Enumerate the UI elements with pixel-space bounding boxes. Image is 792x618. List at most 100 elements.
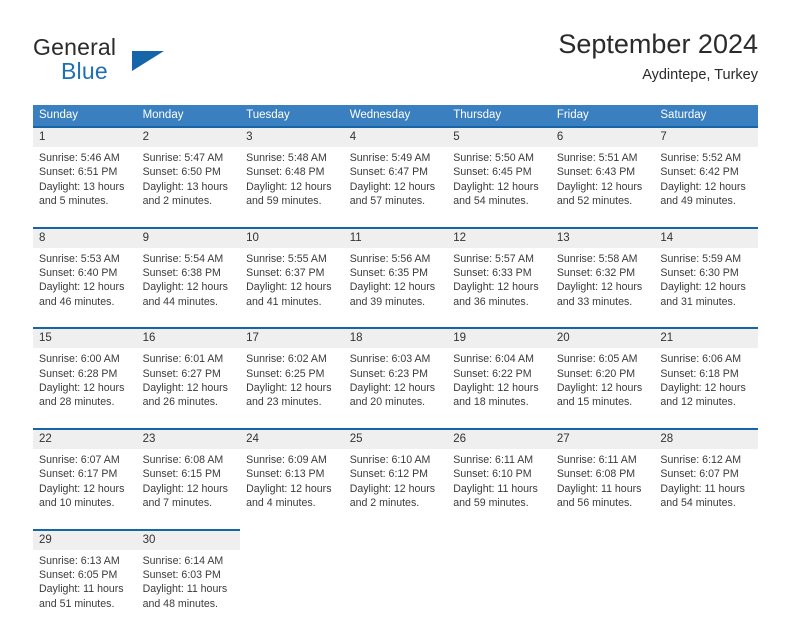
day-sun-info: Sunrise: 6:01 AMSunset: 6:27 PMDaylight:… <box>137 348 241 417</box>
daylight-duration-line2: and 26 minutes. <box>143 395 235 409</box>
day-number <box>654 530 758 549</box>
calendar-day-cell[interactable]: 30Sunrise: 6:14 AMSunset: 6:03 PMDayligh… <box>137 530 241 618</box>
day-sun-info: Sunrise: 6:02 AMSunset: 6:25 PMDaylight:… <box>240 348 344 417</box>
sunrise-time: Sunrise: 6:02 AM <box>246 352 338 366</box>
calendar-day-cell[interactable]: 16Sunrise: 6:01 AMSunset: 6:27 PMDayligh… <box>137 328 241 417</box>
brand-name-blue: Blue <box>61 58 108 85</box>
week-separator <box>33 316 758 328</box>
calendar-day-cell[interactable]: 3Sunrise: 5:48 AMSunset: 6:48 PMDaylight… <box>240 127 344 216</box>
page-subtitle: Aydintepe, Turkey <box>558 64 758 86</box>
calendar-day-cell[interactable]: 19Sunrise: 6:04 AMSunset: 6:22 PMDayligh… <box>447 328 551 417</box>
day-number: 30 <box>137 531 241 550</box>
calendar-day-cell[interactable]: 6Sunrise: 5:51 AMSunset: 6:43 PMDaylight… <box>551 127 655 216</box>
day-number: 11 <box>344 229 448 248</box>
calendar-day-cell[interactable]: 9Sunrise: 5:54 AMSunset: 6:38 PMDaylight… <box>137 228 241 317</box>
calendar-day-cell[interactable]: 5Sunrise: 5:50 AMSunset: 6:45 PMDaylight… <box>447 127 551 216</box>
day-sun-info: Sunrise: 6:13 AMSunset: 6:05 PMDaylight:… <box>33 550 137 618</box>
calendar-day-cell[interactable]: 27Sunrise: 6:11 AMSunset: 6:08 PMDayligh… <box>551 429 655 518</box>
calendar-day-cell[interactable]: 20Sunrise: 6:05 AMSunset: 6:20 PMDayligh… <box>551 328 655 417</box>
daylight-duration-line2: and 36 minutes. <box>453 295 545 309</box>
day-number: 25 <box>344 430 448 449</box>
day-sun-info: Sunrise: 6:05 AMSunset: 6:20 PMDaylight:… <box>551 348 655 417</box>
day-sun-info: Sunrise: 6:14 AMSunset: 6:03 PMDaylight:… <box>137 550 241 618</box>
day-number: 29 <box>33 531 137 550</box>
daylight-duration-line1: Daylight: 12 hours <box>143 381 235 395</box>
week-separator-cell <box>33 316 758 328</box>
daylight-duration-line2: and 12 minutes. <box>660 395 752 409</box>
week-separator <box>33 216 758 228</box>
calendar-day-cell[interactable]: 22Sunrise: 6:07 AMSunset: 6:17 PMDayligh… <box>33 429 137 518</box>
calendar-day-cell[interactable]: 2Sunrise: 5:47 AMSunset: 6:50 PMDaylight… <box>137 127 241 216</box>
daylight-duration-line2: and 54 minutes. <box>660 496 752 510</box>
calendar-day-cell[interactable]: 17Sunrise: 6:02 AMSunset: 6:25 PMDayligh… <box>240 328 344 417</box>
day-sun-info: Sunrise: 6:11 AMSunset: 6:08 PMDaylight:… <box>551 449 655 518</box>
daylight-duration-line2: and 2 minutes. <box>350 496 442 510</box>
calendar-day-cell[interactable]: 4Sunrise: 5:49 AMSunset: 6:47 PMDaylight… <box>344 127 448 216</box>
calendar-week-row: 22Sunrise: 6:07 AMSunset: 6:17 PMDayligh… <box>33 429 758 518</box>
calendar-day-cell[interactable]: 21Sunrise: 6:06 AMSunset: 6:18 PMDayligh… <box>654 328 758 417</box>
daylight-duration-line1: Daylight: 12 hours <box>350 381 442 395</box>
sunset-time: Sunset: 6:42 PM <box>660 165 752 179</box>
daylight-duration-line1: Daylight: 13 hours <box>143 180 235 194</box>
daylight-duration-line2: and 54 minutes. <box>453 194 545 208</box>
week-separator <box>33 518 758 530</box>
daylight-duration-line2: and 39 minutes. <box>350 295 442 309</box>
calendar-day-cell[interactable]: 7Sunrise: 5:52 AMSunset: 6:42 PMDaylight… <box>654 127 758 216</box>
sunrise-time: Sunrise: 6:01 AM <box>143 352 235 366</box>
day-sun-info: Sunrise: 6:10 AMSunset: 6:12 PMDaylight:… <box>344 449 448 518</box>
day-number: 28 <box>654 430 758 449</box>
calendar-day-cell[interactable]: 11Sunrise: 5:56 AMSunset: 6:35 PMDayligh… <box>344 228 448 317</box>
day-number: 2 <box>137 128 241 147</box>
sunset-time: Sunset: 6:08 PM <box>557 467 649 481</box>
day-number: 22 <box>33 430 137 449</box>
day-sun-info: Sunrise: 5:49 AMSunset: 6:47 PMDaylight:… <box>344 147 448 216</box>
week-separator-cell <box>33 216 758 228</box>
calendar-day-cell-empty <box>447 530 551 618</box>
day-sun-info: Sunrise: 6:04 AMSunset: 6:22 PMDaylight:… <box>447 348 551 417</box>
sunset-time: Sunset: 6:33 PM <box>453 266 545 280</box>
sunset-time: Sunset: 6:28 PM <box>39 367 131 381</box>
calendar-day-cell[interactable]: 28Sunrise: 6:12 AMSunset: 6:07 PMDayligh… <box>654 429 758 518</box>
calendar-day-cell[interactable]: 10Sunrise: 5:55 AMSunset: 6:37 PMDayligh… <box>240 228 344 317</box>
daylight-duration-line1: Daylight: 13 hours <box>39 180 131 194</box>
calendar-day-cell[interactable]: 24Sunrise: 6:09 AMSunset: 6:13 PMDayligh… <box>240 429 344 518</box>
calendar-day-cell[interactable]: 13Sunrise: 5:58 AMSunset: 6:32 PMDayligh… <box>551 228 655 317</box>
day-sun-info: Sunrise: 5:59 AMSunset: 6:30 PMDaylight:… <box>654 248 758 317</box>
day-sun-info: Sunrise: 5:47 AMSunset: 6:50 PMDaylight:… <box>137 147 241 216</box>
sunrise-time: Sunrise: 6:03 AM <box>350 352 442 366</box>
calendar-day-cell[interactable]: 29Sunrise: 6:13 AMSunset: 6:05 PMDayligh… <box>33 530 137 618</box>
calendar-page: General Blue September 2024 Aydintepe, T… <box>0 0 792 612</box>
calendar-day-cell[interactable]: 8Sunrise: 5:53 AMSunset: 6:40 PMDaylight… <box>33 228 137 317</box>
calendar-day-cell[interactable]: 15Sunrise: 6:00 AMSunset: 6:28 PMDayligh… <box>33 328 137 417</box>
sunset-time: Sunset: 6:12 PM <box>350 467 442 481</box>
calendar-day-cell[interactable]: 25Sunrise: 6:10 AMSunset: 6:12 PMDayligh… <box>344 429 448 518</box>
sunrise-time: Sunrise: 6:08 AM <box>143 453 235 467</box>
calendar-day-cell[interactable]: 1Sunrise: 5:46 AMSunset: 6:51 PMDaylight… <box>33 127 137 216</box>
calendar-day-cell[interactable]: 12Sunrise: 5:57 AMSunset: 6:33 PMDayligh… <box>447 228 551 317</box>
calendar-day-cell-empty <box>654 530 758 618</box>
daylight-duration-line2: and 48 minutes. <box>143 597 235 611</box>
sunset-time: Sunset: 6:15 PM <box>143 467 235 481</box>
sunset-time: Sunset: 6:20 PM <box>557 367 649 381</box>
calendar-day-cell[interactable]: 23Sunrise: 6:08 AMSunset: 6:15 PMDayligh… <box>137 429 241 518</box>
day-sun-info: Sunrise: 5:58 AMSunset: 6:32 PMDaylight:… <box>551 248 655 317</box>
calendar-day-cell[interactable]: 14Sunrise: 5:59 AMSunset: 6:30 PMDayligh… <box>654 228 758 317</box>
daylight-duration-line2: and 31 minutes. <box>660 295 752 309</box>
day-number: 20 <box>551 329 655 348</box>
calendar-day-cell[interactable]: 18Sunrise: 6:03 AMSunset: 6:23 PMDayligh… <box>344 328 448 417</box>
triangle-flag-icon <box>132 51 164 71</box>
day-sun-info: Sunrise: 6:12 AMSunset: 6:07 PMDaylight:… <box>654 449 758 518</box>
sunrise-time: Sunrise: 5:46 AM <box>39 151 131 165</box>
day-number: 4 <box>344 128 448 147</box>
daylight-duration-line1: Daylight: 12 hours <box>350 180 442 194</box>
sunrise-time: Sunrise: 5:52 AM <box>660 151 752 165</box>
brand-logo[interactable]: General Blue <box>33 34 193 90</box>
sunset-time: Sunset: 6:38 PM <box>143 266 235 280</box>
daylight-duration-line2: and 44 minutes. <box>143 295 235 309</box>
day-sun-info: Sunrise: 5:57 AMSunset: 6:33 PMDaylight:… <box>447 248 551 317</box>
daylight-duration-line1: Daylight: 12 hours <box>350 482 442 496</box>
day-number <box>240 530 344 549</box>
sunrise-time: Sunrise: 6:00 AM <box>39 352 131 366</box>
day-sun-info: Sunrise: 5:52 AMSunset: 6:42 PMDaylight:… <box>654 147 758 216</box>
calendar-day-cell[interactable]: 26Sunrise: 6:11 AMSunset: 6:10 PMDayligh… <box>447 429 551 518</box>
